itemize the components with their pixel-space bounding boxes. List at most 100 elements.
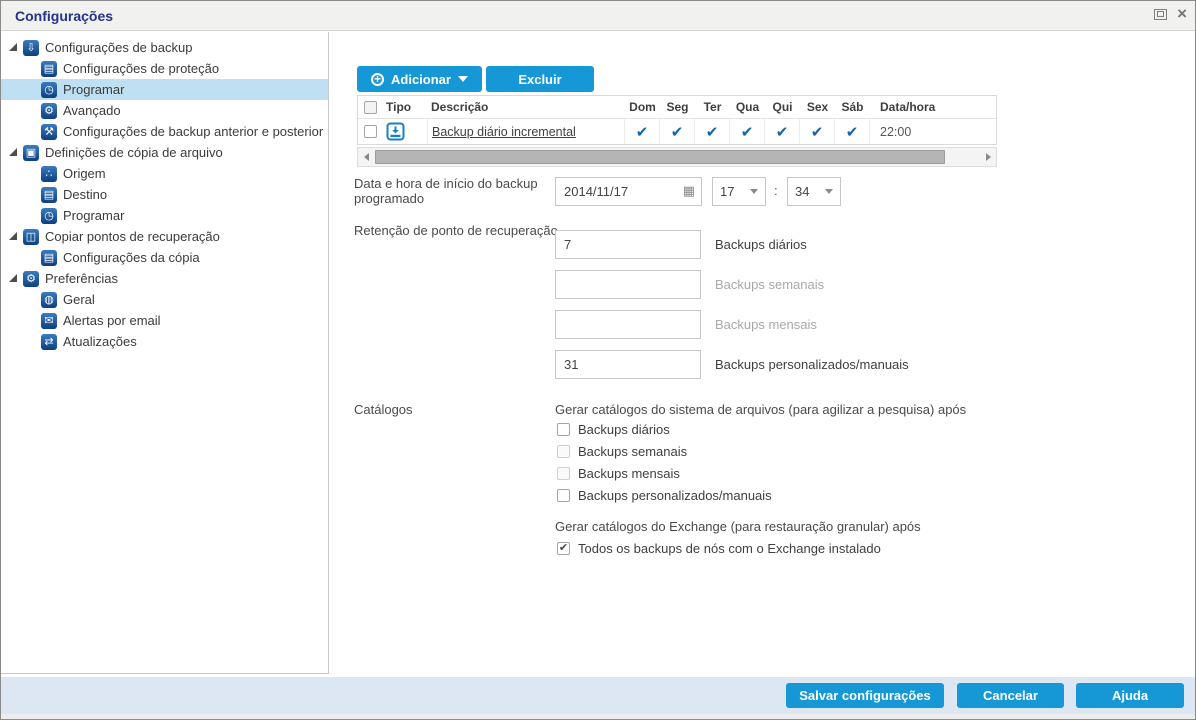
column-header-dom: Dom bbox=[629, 100, 656, 114]
day-check-qui: ✔ bbox=[775, 123, 789, 141]
schedule-settings-panel: + Adicionar Excluir Tipo Descrição Dom S… bbox=[330, 32, 1195, 674]
column-header-sex: Sex bbox=[806, 100, 829, 114]
start-date-field-wrap: ▦ bbox=[555, 177, 702, 206]
copy-recovery-points-icon: ◫ bbox=[23, 228, 39, 245]
sidebar-item-geral[interactable]: ◍ Geral bbox=[1, 289, 328, 310]
add-button[interactable]: + Adicionar bbox=[357, 66, 482, 92]
schedule-icon: ◷ bbox=[41, 207, 57, 224]
tree-expander-icon[interactable] bbox=[9, 148, 18, 157]
filesystem-catalogs-heading: Gerar catálogos do sistema de arquivos (… bbox=[555, 402, 967, 417]
daily-catalog-checkbox[interactable] bbox=[557, 423, 570, 436]
destination-icon: ▤ bbox=[41, 186, 57, 203]
retention-label: Retenção de ponto de recuperação bbox=[354, 223, 558, 238]
sidebar-item-definicoes-copia-arquivo[interactable]: ▣ Definições de cópia de arquivo bbox=[1, 142, 328, 163]
catalog-option-monthly: Backups mensais bbox=[557, 466, 680, 481]
title-bar: Configurações × bbox=[1, 1, 1195, 31]
retention-weekly-input bbox=[555, 270, 701, 299]
preferences-gear-icon: ⚙ bbox=[23, 270, 39, 287]
catalog-option-exchange: ✔ Todos os backups de nós com o Exchange… bbox=[557, 541, 881, 556]
sidebar-item-avancado[interactable]: ⚙ Avançado bbox=[1, 100, 328, 121]
column-header-ter: Ter bbox=[703, 100, 722, 114]
custom-catalog-checkbox[interactable] bbox=[557, 489, 570, 502]
add-plus-icon: + bbox=[371, 72, 385, 86]
globe-icon: ◍ bbox=[41, 291, 57, 308]
help-button[interactable]: Ajuda bbox=[1076, 683, 1184, 708]
retention-daily-input[interactable] bbox=[555, 230, 701, 259]
cancel-button[interactable]: Cancelar bbox=[957, 683, 1064, 708]
day-check-sab: ✔ bbox=[845, 123, 859, 141]
sidebar-item-configuracoes-de-backup[interactable]: ⇩ Configurações de backup bbox=[1, 37, 328, 58]
calendar-icon[interactable]: ▦ bbox=[683, 184, 695, 197]
day-check-dom: ✔ bbox=[635, 123, 649, 141]
exchange-catalog-checkbox[interactable]: ✔ bbox=[557, 542, 570, 555]
settings-window: Configurações × ⇩ Configurações de backu… bbox=[0, 0, 1196, 720]
chevron-down-icon bbox=[825, 189, 833, 194]
protection-settings-icon: ▤ bbox=[41, 60, 57, 77]
tree-expander-icon[interactable] bbox=[9, 43, 18, 52]
scroll-right-icon[interactable] bbox=[980, 148, 996, 166]
sidebar-item-backup-anterior-posterior[interactable]: ⚒ Configurações de backup anterior e pos… bbox=[1, 121, 328, 142]
retention-custom-input[interactable] bbox=[555, 350, 701, 379]
exchange-catalogs-heading: Gerar catálogos do Exchange (para restau… bbox=[555, 519, 921, 534]
time-colon: : bbox=[774, 183, 778, 198]
email-icon: ✉ bbox=[41, 312, 57, 329]
sidebar-item-copiar-pontos-recuperacao[interactable]: ◫ Copiar pontos de recuperação bbox=[1, 226, 328, 247]
footer-bar: Salvar configurações Cancelar Ajuda bbox=[1, 677, 1195, 714]
chevron-down-icon bbox=[750, 189, 758, 194]
schedule-time: 22:00 bbox=[880, 124, 912, 139]
retention-monthly-label: Backups mensais bbox=[715, 317, 817, 332]
weekly-catalog-checkbox bbox=[557, 445, 570, 458]
sidebar-item-origem[interactable]: ∴ Origem bbox=[1, 163, 328, 184]
sidebar-item-atualizacoes[interactable]: ⇄ Atualizações bbox=[1, 331, 328, 352]
backup-type-icon bbox=[386, 122, 405, 141]
delete-button[interactable]: Excluir bbox=[486, 66, 594, 92]
catalog-option-custom: Backups personalizados/manuais bbox=[557, 488, 772, 503]
table-header-row: Tipo Descrição Dom Seg Ter Qua Qui Sex S… bbox=[358, 96, 996, 119]
table-row: Backup diário incremental ✔ ✔ ✔ ✔ ✔ ✔ ✔ … bbox=[358, 119, 996, 144]
column-header-qua: Qua bbox=[735, 100, 760, 114]
sidebar-item-preferencias[interactable]: ⚙ Preferências bbox=[1, 268, 328, 289]
day-check-sex: ✔ bbox=[810, 123, 824, 141]
start-minute-select[interactable]: 34 bbox=[787, 177, 841, 206]
scroll-left-icon[interactable] bbox=[358, 148, 374, 166]
sidebar-item-configuracoes-de-protecao[interactable]: ▤ Configurações de proteção bbox=[1, 58, 328, 79]
start-date-input[interactable] bbox=[555, 177, 702, 206]
retention-daily-label: Backups diários bbox=[715, 237, 807, 252]
day-check-qua: ✔ bbox=[740, 123, 754, 141]
select-all-checkbox[interactable] bbox=[363, 100, 377, 114]
close-icon[interactable]: × bbox=[1177, 5, 1187, 22]
sidebar-item-programar-backup[interactable]: ◷ Programar bbox=[1, 79, 328, 100]
column-header-qui: Qui bbox=[772, 100, 793, 114]
sidebar-item-programar-copia[interactable]: ◷ Programar bbox=[1, 205, 328, 226]
backup-icon: ⇩ bbox=[23, 39, 39, 56]
retention-monthly-input bbox=[555, 310, 701, 339]
settings-tree: ⇩ Configurações de backup ▤ Configuraçõe… bbox=[1, 32, 329, 674]
column-header-tipo: Tipo bbox=[386, 100, 412, 114]
window-bottom-edge bbox=[1, 714, 1195, 719]
schedule-icon: ◷ bbox=[41, 81, 57, 98]
chevron-down-icon bbox=[457, 76, 468, 82]
tree-expander-icon[interactable] bbox=[9, 232, 18, 241]
sidebar-item-destino[interactable]: ▤ Destino bbox=[1, 184, 328, 205]
start-hour-select[interactable]: 17 bbox=[712, 177, 766, 206]
source-icon: ∴ bbox=[41, 165, 57, 182]
retention-weekly-label: Backups semanais bbox=[715, 277, 825, 292]
day-check-ter: ✔ bbox=[705, 123, 719, 141]
column-header-descricao: Descrição bbox=[431, 100, 489, 114]
row-checkbox[interactable] bbox=[363, 125, 377, 138]
schedule-description-link[interactable]: Backup diário incremental bbox=[432, 125, 576, 139]
copy-settings-icon: ▤ bbox=[41, 249, 57, 266]
pre-post-wrench-icon: ⚒ bbox=[41, 123, 57, 140]
tree-expander-icon[interactable] bbox=[9, 274, 18, 283]
sidebar-item-configuracoes-da-copia[interactable]: ▤ Configurações da cópia bbox=[1, 247, 328, 268]
file-copy-icon: ▣ bbox=[23, 144, 39, 161]
sidebar-item-alertas-por-email[interactable]: ✉ Alertas por email bbox=[1, 310, 328, 331]
horizontal-scrollbar[interactable] bbox=[357, 147, 997, 167]
catalog-option-weekly: Backups semanais bbox=[557, 444, 687, 459]
restore-window-icon[interactable] bbox=[1154, 8, 1168, 20]
advanced-gears-icon: ⚙ bbox=[41, 102, 57, 119]
scrollbar-thumb[interactable] bbox=[375, 150, 945, 164]
save-settings-button[interactable]: Salvar configurações bbox=[786, 683, 944, 708]
start-datetime-label: Data e hora de início do backup programa… bbox=[354, 176, 538, 206]
catalog-option-daily: Backups diários bbox=[557, 422, 670, 437]
